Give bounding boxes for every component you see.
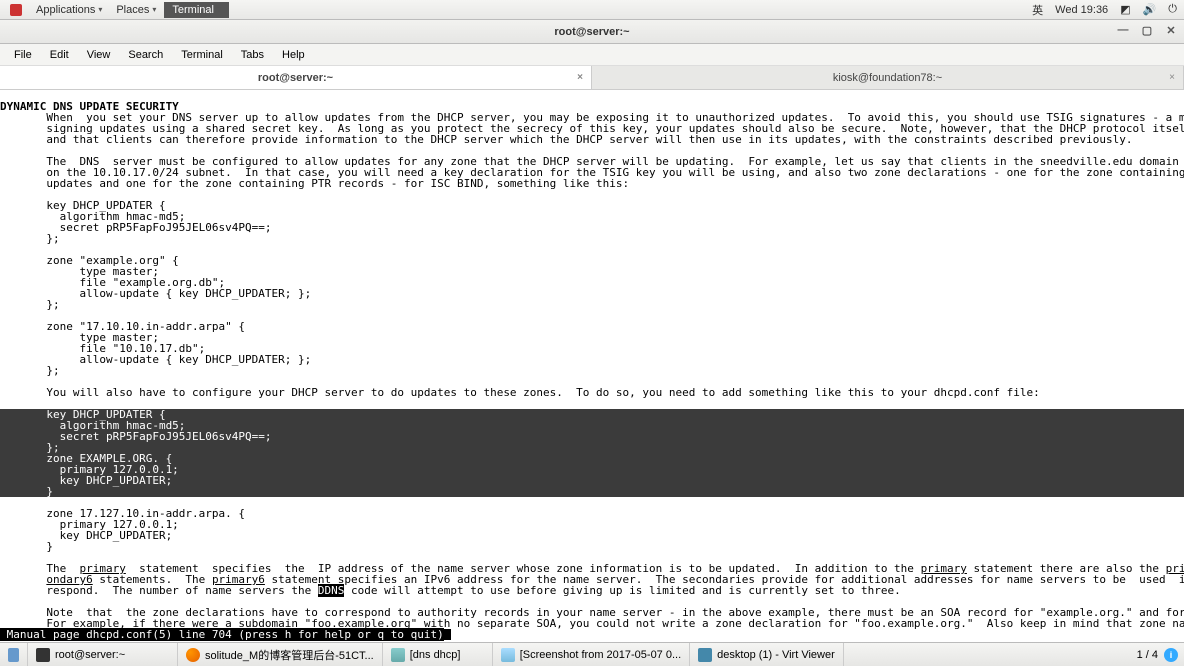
ime-indicator[interactable]: 英 xyxy=(1029,2,1046,18)
minimize-button[interactable]: — xyxy=(1116,24,1130,37)
task-dns-dhcp[interactable]: [dns dhcp] xyxy=(383,643,493,666)
selected-text: }; xyxy=(0,442,1184,453)
menu-view[interactable]: View xyxy=(79,46,119,64)
accessibility-icon[interactable]: ◩ xyxy=(1117,3,1133,16)
terminal-tabs: root@server:~× kiosk@foundation78:~× xyxy=(0,66,1184,90)
firefox-icon xyxy=(186,648,200,662)
power-icon[interactable]: ⏻ xyxy=(1165,3,1180,16)
man-status-line: Manual page dhcpd.conf(5) line 704 (pres… xyxy=(0,628,444,641)
chevron-down-icon: ▾ xyxy=(152,5,156,14)
man-code: }; xyxy=(0,232,60,245)
chevron-down-icon: ▾ xyxy=(217,5,221,14)
desktop-icon xyxy=(8,648,19,662)
app-menu-terminal[interactable]: Terminal ▾ xyxy=(164,2,229,18)
selected-text: primary 127.0.0.1; xyxy=(0,464,1184,475)
places-menu[interactable]: Places▾ xyxy=(110,2,162,18)
close-tab-icon[interactable]: × xyxy=(577,72,583,83)
menu-file[interactable]: File xyxy=(6,46,40,64)
show-desktop-button[interactable] xyxy=(0,643,28,666)
man-text: updates and one for the zone containing … xyxy=(0,177,629,190)
vm-icon xyxy=(698,648,712,662)
man-code: } xyxy=(0,540,53,553)
task-terminal[interactable]: root@server:~ xyxy=(28,643,178,666)
man-code: }; xyxy=(0,298,60,311)
close-tab-icon[interactable]: × xyxy=(1169,72,1175,83)
menu-help[interactable]: Help xyxy=(274,46,313,64)
menu-search[interactable]: Search xyxy=(120,46,171,64)
window-title: root@server:~ xyxy=(554,26,629,38)
chevron-down-icon: ▾ xyxy=(98,5,102,14)
bottom-taskbar: root@server:~ solitude_M的博客管理后台-51CT... … xyxy=(0,642,1184,666)
workspace-indicator[interactable]: 1 / 4 xyxy=(1137,649,1158,661)
activities-logo[interactable] xyxy=(4,2,28,18)
info-icon[interactable]: i xyxy=(1164,648,1178,662)
task-screenshot[interactable]: [Screenshot from 2017-05-07 0... xyxy=(493,643,690,666)
image-icon xyxy=(501,648,515,662)
selected-text: key DHCP_UPDATER; xyxy=(0,475,1184,486)
man-text: respond. The number of name servers the … xyxy=(0,584,901,597)
menu-tabs[interactable]: Tabs xyxy=(233,46,272,64)
terminal-menu-bar: File Edit View Search Terminal Tabs Help xyxy=(0,44,1184,66)
tab-kiosk-foundation[interactable]: kiosk@foundation78:~× xyxy=(592,66,1184,89)
applications-menu[interactable]: Applications▾ xyxy=(30,2,108,18)
selected-text: } xyxy=(0,486,1184,497)
distro-logo-icon xyxy=(10,4,22,16)
menu-edit[interactable]: Edit xyxy=(42,46,77,64)
selected-text: secret pRP5FapFoJ95JEL06sv4PQ==; xyxy=(0,431,1184,442)
close-button[interactable]: ✕ xyxy=(1164,24,1178,37)
gnome-top-bar: Applications▾ Places▾ Terminal ▾ 英 Wed 1… xyxy=(0,0,1184,20)
volume-icon[interactable]: 🔊 xyxy=(1140,3,1160,16)
maximize-button[interactable]: ▢ xyxy=(1140,24,1154,37)
cursor xyxy=(444,629,451,640)
task-virt-viewer[interactable]: desktop (1) - Virt Viewer xyxy=(690,643,844,666)
tab-root-server[interactable]: root@server:~× xyxy=(0,66,592,89)
menu-terminal[interactable]: Terminal xyxy=(173,46,231,64)
terminal-viewport[interactable]: DYNAMIC DNS UPDATE SECURITY When you set… xyxy=(0,90,1184,640)
man-text: and that clients can therefore provide i… xyxy=(0,133,1132,146)
task-firefox[interactable]: solitude_M的博客管理后台-51CT... xyxy=(178,643,383,666)
document-icon xyxy=(391,648,405,662)
window-titlebar[interactable]: root@server:~ — ▢ ✕ xyxy=(0,20,1184,44)
clock[interactable]: Wed 19:36 xyxy=(1052,4,1111,16)
terminal-icon xyxy=(36,648,50,662)
man-text: You will also have to configure your DHC… xyxy=(0,386,1040,399)
man-code: }; xyxy=(0,364,60,377)
